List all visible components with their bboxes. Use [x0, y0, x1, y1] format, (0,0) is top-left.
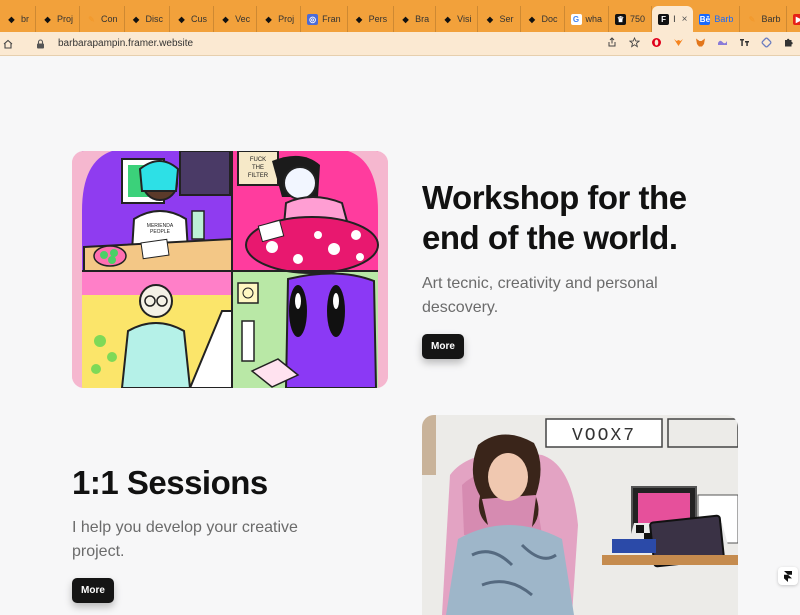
framer-icon: F — [658, 13, 670, 25]
browser-tab-label: 750 — [630, 14, 646, 24]
browser-tab[interactable]: ✎ Con — [80, 6, 125, 32]
bracket-icon: ◆ — [356, 14, 363, 24]
browser-tab[interactable]: ◆ Visi — [436, 6, 479, 32]
browser-tab[interactable]: ♛ 750 — [609, 6, 653, 32]
browser-tab-label: Cus — [191, 14, 208, 24]
browser-tab-label: Fran — [322, 14, 341, 24]
browser-tab-label: Bra — [415, 14, 430, 24]
browser-tab[interactable]: Gwha — [565, 6, 610, 32]
bracket-icon: ◆ — [8, 14, 15, 24]
wall-sign-text: VOOX7 — [572, 426, 636, 446]
browser-tab-label: Visi — [457, 14, 472, 24]
share-icon[interactable] — [606, 36, 618, 48]
block-extension-icon[interactable] — [760, 36, 772, 48]
page-content: MERIENDA PEOPLE FUCK THE FILTER Workshop… — [0, 57, 800, 615]
bracket-icon: ◆ — [444, 14, 451, 24]
browser-tab-label: Proj — [57, 14, 74, 24]
browser-tab[interactable]: ◆ Vec — [214, 6, 258, 32]
browser-tab[interactable]: ◆ Disc — [125, 6, 171, 32]
bookmark-star-icon[interactable] — [628, 36, 640, 48]
youtube-icon: ▶ — [793, 13, 800, 25]
workshop-title: Workshop for the end of the world. — [422, 179, 687, 256]
note-text-line-2: THE — [252, 165, 264, 171]
shirt-text-line-2: PEOPLE — [150, 229, 171, 235]
bracket-icon: ◆ — [44, 14, 51, 24]
tools-extension-icon[interactable] — [738, 36, 750, 48]
workshop-illustration: MERIENDA PEOPLE FUCK THE FILTER — [72, 151, 388, 388]
pencil-icon: ✎ — [748, 14, 756, 24]
bracket-icon: ◆ — [132, 14, 140, 24]
lock-icon[interactable] — [34, 38, 46, 50]
pencil-icon: ✎ — [88, 14, 95, 24]
sessions-photo: VOOX7 — [422, 415, 738, 615]
browser-tab[interactable]: ✎ Barb — [740, 6, 788, 32]
globe-icon: ◎ — [307, 13, 319, 25]
browser-tab-bar: ◆ br ◆ Proj ✎ Con ◆ Disc ◆ Cus ◆ Vec ◆ Proj ◎ Fran ◆ Pers… — [0, 0, 800, 32]
browser-tab-label: Vec — [235, 14, 251, 24]
fox-extension-icon[interactable] — [672, 36, 684, 48]
browser-tab-label: Con — [101, 14, 118, 24]
sessions-description: I help you develop your creative project… — [72, 519, 298, 560]
browser-tab[interactable]: ◆ br — [0, 6, 37, 32]
browser-tab-label: Barb — [714, 14, 734, 24]
browser-tab[interactable]: F I × — [652, 6, 694, 32]
workshop-more-button[interactable]: More — [422, 334, 464, 359]
browser-tab[interactable]: Bē Barb — [693, 6, 741, 32]
browser-tab-label: Barb — [761, 14, 781, 24]
browser-tab-label: Proj — [278, 14, 295, 24]
opera-extension-icon[interactable] — [650, 36, 662, 48]
bracket-icon: ◆ — [178, 14, 185, 24]
browser-tab-label: br — [21, 14, 30, 24]
browser-tab-label: I — [673, 14, 676, 24]
browser-tab[interactable]: ◆ Cus — [170, 6, 215, 32]
framer-badge-icon[interactable] — [778, 567, 798, 585]
browser-tab[interactable]: ◆ Ser — [478, 6, 521, 32]
browser-tab[interactable]: ◆ Proj — [257, 6, 302, 32]
browser-tab[interactable]: ◎ Fran — [301, 6, 348, 32]
workshop-description: Art tecnic, creativity and personal desc… — [422, 275, 658, 316]
sessions-more-button[interactable]: More — [72, 578, 114, 603]
home-icon[interactable] — [2, 38, 14, 50]
bracket-icon: ◆ — [486, 14, 494, 24]
address-bar: barbarapampin.framer.website — [0, 32, 800, 56]
browser-tab[interactable]: ◆ Bra — [394, 6, 437, 32]
browser-tab-label: wha — [585, 14, 603, 24]
browser-tab-label: Ser — [499, 14, 514, 24]
note-text-line-1: FUCK — [250, 157, 266, 163]
google-icon: G — [570, 13, 582, 25]
bracket-icon: ◆ — [402, 14, 409, 24]
url-field[interactable]: barbarapampin.framer.website — [58, 38, 193, 49]
browser-tab[interactable]: ◆ Proj — [36, 6, 81, 32]
sessions-title: 1:1 Sessions — [72, 464, 268, 501]
wave-extension-icon[interactable] — [716, 36, 728, 48]
browser-tab-label: Pers — [368, 14, 388, 24]
bracket-icon: ◆ — [265, 14, 272, 24]
close-tab-icon[interactable]: × — [682, 14, 688, 25]
extensions-puzzle-icon[interactable] — [782, 36, 794, 48]
metamask-extension-icon[interactable] — [694, 36, 706, 48]
browser-tab-label: Doc — [541, 14, 558, 24]
bracket-icon: ◆ — [222, 14, 229, 24]
note-text-line-3: FILTER — [248, 173, 269, 179]
behance-icon: Bē — [699, 13, 711, 25]
browser-tab[interactable]: ◆ Pers — [348, 6, 395, 32]
browser-tab-label: Disc — [145, 14, 164, 24]
browser-tab[interactable]: ◆ Doc — [521, 6, 565, 32]
crown-icon: ♛ — [615, 13, 627, 25]
browser-tab[interactable]: ▶(18) — [787, 6, 800, 32]
bracket-icon: ◆ — [528, 14, 536, 24]
